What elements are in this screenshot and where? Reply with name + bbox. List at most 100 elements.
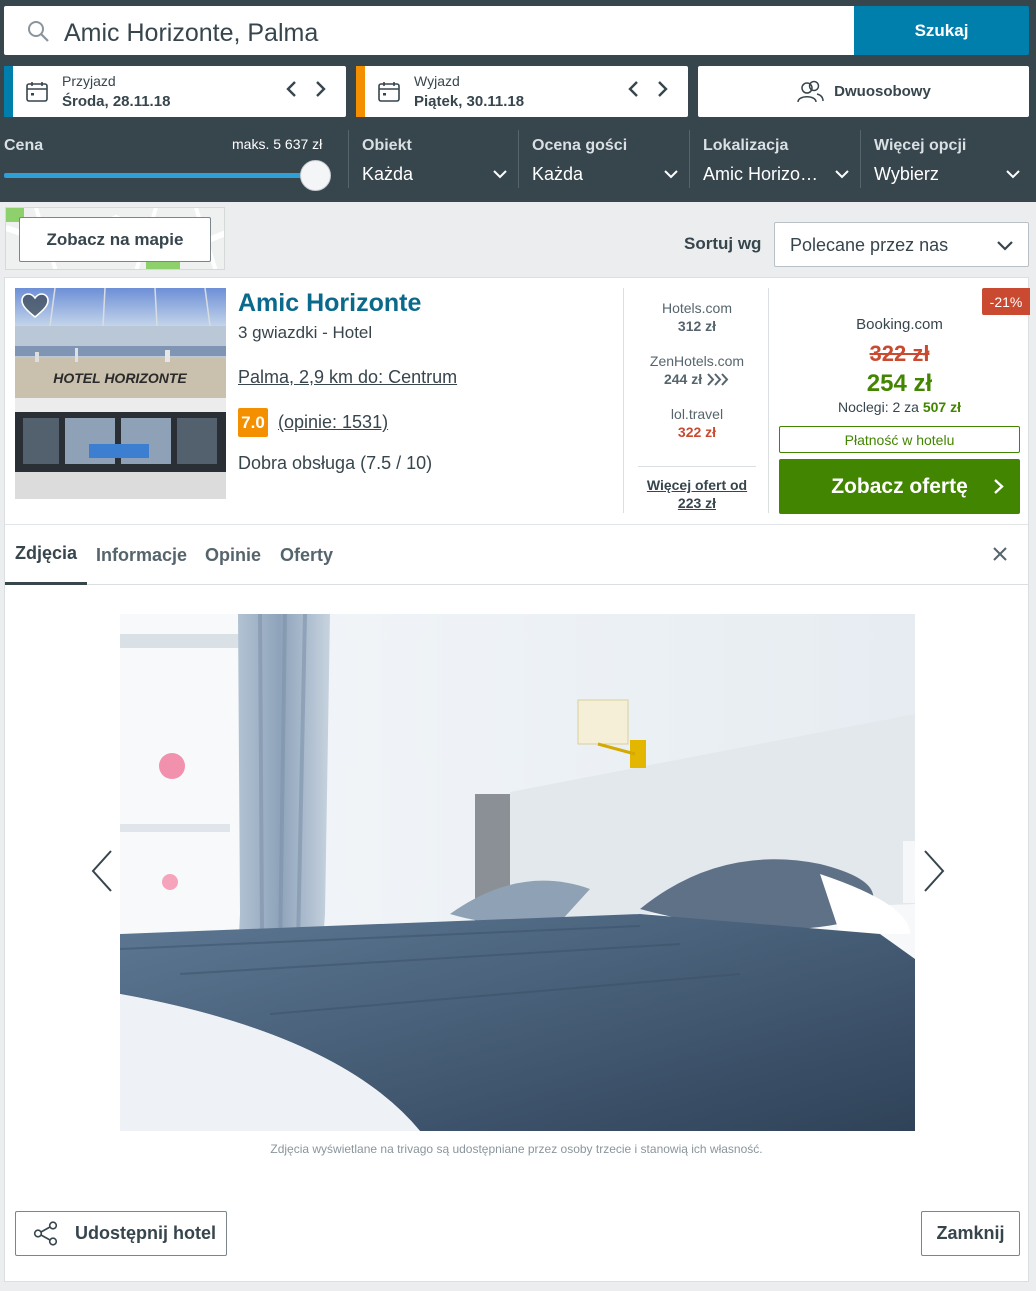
deal-item[interactable]: ZenHotels.com 244 zł [624,353,770,387]
gallery-caption: Zdjęcia wyświetlane na trivago są udostę… [270,1142,763,1156]
discount-badge: -21% [982,288,1030,315]
filter-label: Ocena gości [532,137,628,154]
hotel-sign-text: HOTEL HORIZONTE [53,370,187,386]
chevron-down-icon [1006,170,1020,179]
deal-item[interactable]: lol.travel 322 zł [624,406,770,440]
tab-information[interactable]: Informacje [96,525,187,585]
hotel-facade-image: HOTEL HORIZONTE [15,288,226,499]
close-button[interactable]: Zamknij [921,1211,1020,1256]
checkout-label: Wyjazd [414,73,460,89]
heart-icon[interactable] [21,293,49,319]
chevron-down-icon [664,170,678,179]
filter-label: Więcej opcji [874,137,967,154]
filter-value: Wybierz [874,164,939,184]
tab-reviews[interactable]: Opinie [205,525,261,585]
filter-bar: Cena maks. 5 637 zł Obiekt Każda Ocena g… [0,130,1036,192]
details-tabs: Zdjęcia Informacje Opinie Oferty [5,524,1028,585]
chevron-down-icon [835,170,849,179]
deal-item[interactable]: Hotels.com 312 zł [624,300,770,334]
filter-value: Amic Horizonte [703,164,819,184]
hotel-category: 3 gwiazdki - Hotel [238,323,373,342]
deal-provider: ZenHotels.com [649,353,745,369]
share-icon [33,1221,58,1246]
deal-provider: lol.travel [670,406,724,422]
best-offer-old-price: 322 zł [869,341,930,366]
view-offer-button[interactable]: Zobacz ofertę [779,459,1020,514]
search-icon [28,21,49,42]
filter-location[interactable]: Lokalizacja Amic Horizonte [689,130,860,188]
checkin-accent-strip [4,66,13,117]
chevron-down-icon [997,241,1013,251]
room-type-selector[interactable]: Dwuosobowy [698,66,1029,117]
checkout-accent-strip [356,66,365,117]
best-offer-nights: Noclegi: 2 za 507 zł [779,399,1020,415]
view-offer-label: Zobacz ofertę [831,474,968,498]
room-photo [120,614,915,1131]
price-slider-track[interactable] [4,173,312,178]
nights-total: 507 zł [922,399,961,415]
best-offer-provider: Booking.com [856,316,943,333]
checkin-date-picker[interactable]: Przyjazd Środa, 28.11.18 [4,66,346,117]
previous-day-icon[interactable] [284,78,300,100]
show-map-button[interactable]: Zobacz na mapie [19,217,211,262]
sort-value: Polecane przez nas [790,235,949,255]
rating-badge: 7.0 [238,408,268,437]
chevron-down-icon [493,170,507,179]
filter-more-options[interactable]: Więcej opcji Wybierz [860,130,1031,188]
sort-label: Sortuj wg [684,234,762,253]
room-type-label: Dwuosobowy [834,83,931,100]
price-slider-handle[interactable] [300,160,331,191]
tab-offers[interactable]: Oferty [280,525,333,585]
people-icon [797,80,824,102]
previous-day-icon[interactable] [626,78,642,100]
deal-price: 244 zł [663,371,703,387]
checkout-value: Piątek, 30.11.18 [414,93,525,110]
photo-gallery[interactable] [120,614,915,1131]
filter-label: Obiekt [362,137,412,154]
close-icon[interactable] [992,546,1008,562]
alternative-deals: Hotels.com 312 zł ZenHotels.com 244 zł l… [623,288,769,513]
price-max-label: maks. 5 637 zł [232,136,323,152]
rating-text: Dobra obsługa (7.5 / 10) [238,453,433,473]
search-header: Amic Horizonte, Palma Szukaj Przyjazd Śr… [0,0,1036,202]
nights-text: Noclegi: 2 za [838,399,919,415]
calendar-icon [378,82,400,102]
payment-badge: Płatność w hotelu [779,426,1020,453]
chevron-right-icon[interactable] [921,848,947,894]
more-deals-line2: 223 zł [677,495,717,511]
fast-forward-icon [707,373,729,386]
hotel-thumbnail[interactable]: HOTEL HORIZONTE [15,288,226,499]
filter-property-type[interactable]: Obiekt Każda [348,130,518,188]
best-offer-price: 254 zł [866,370,933,397]
checkin-label: Przyjazd [62,73,116,89]
hotel-location-link[interactable]: Palma, 2,9 km do: Centrum [238,367,457,388]
checkin-value: Środa, 28.11.18 [62,93,171,110]
share-hotel-button[interactable]: Udostępnij hotel [15,1211,227,1256]
price-filter-label: Cena [4,137,44,154]
more-deals-line1: Więcej ofert od [646,477,748,493]
filter-label: Lokalizacja [703,137,789,154]
more-deals-link[interactable]: Więcej ofert od 223 zł [624,466,770,512]
deal-price: 312 zł [677,318,717,334]
hotel-name[interactable]: Amic Horizonte [238,289,421,318]
filter-value: Każda [362,164,414,184]
gallery-next-overlay [903,841,917,903]
chevron-right-icon [994,479,1004,494]
hotel-result-card: HOTEL HORIZONTE Amic Horizonte 3 gwiazdk… [4,277,1030,1282]
checkout-date-picker[interactable]: Wyjazd Piątek, 30.11.18 [356,66,688,117]
search-input[interactable]: Amic Horizonte, Palma [4,6,854,55]
search-query[interactable]: Amic Horizonte, Palma [64,19,318,48]
chevron-left-icon[interactable] [89,848,115,894]
reviews-link[interactable]: (opinie: 1531) [278,412,388,433]
next-day-icon[interactable] [312,78,328,100]
calendar-icon [26,82,48,102]
share-hotel-label: Udostępnij hotel [75,1223,216,1243]
deal-price: 322 zł [677,424,717,440]
filter-value: Każda [532,164,584,184]
search-button[interactable]: Szukaj [854,6,1029,55]
filter-guest-rating[interactable]: Ocena gości Każda [518,130,689,188]
tab-photos[interactable]: Zdjęcia [5,525,88,585]
sort-select[interactable]: Polecane przez nas [774,222,1029,267]
deal-provider: Hotels.com [661,300,733,316]
next-day-icon[interactable] [654,78,670,100]
